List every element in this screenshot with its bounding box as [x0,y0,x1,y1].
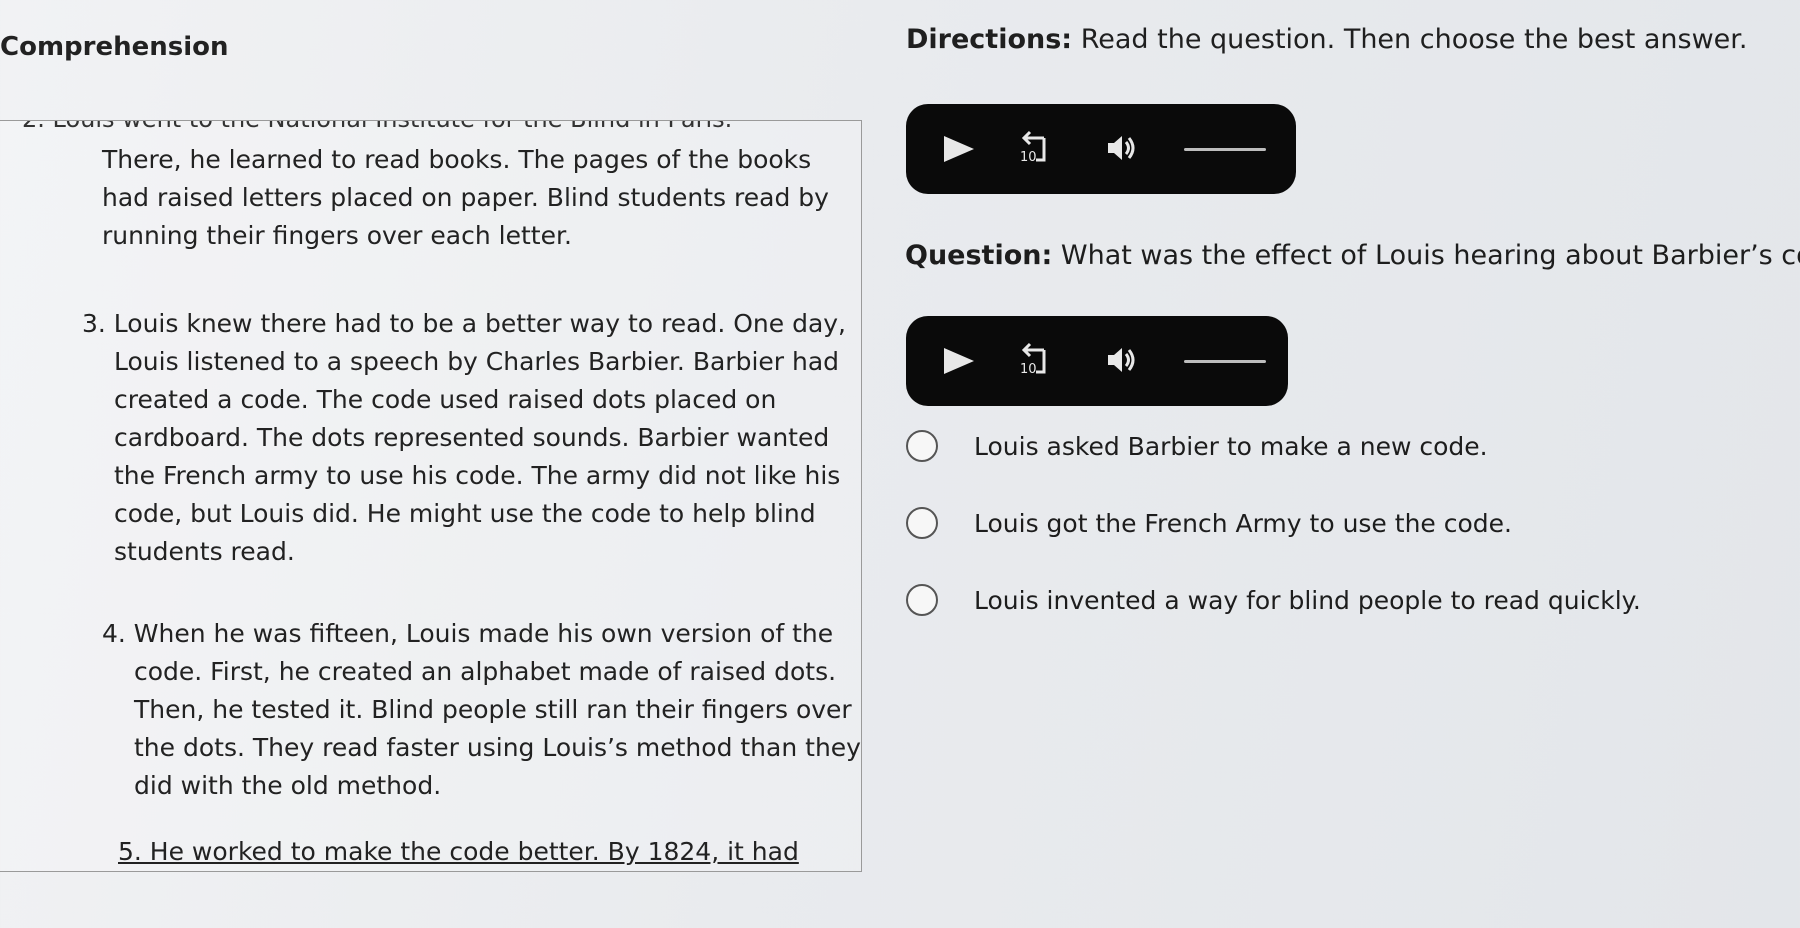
passage-paragraph-5: 5. He worked to make the code better. By… [118,833,799,871]
audio-player-directions: 10 [906,104,1296,194]
passage-line: did with the old method. [134,771,442,800]
answer-option-1[interactable]: Louis asked Barbier to make a new code. [906,426,1488,466]
answer-option-3[interactable]: Louis invented a way for blind people to… [906,580,1641,620]
radio-button[interactable] [906,507,938,539]
answer-option-label: Louis asked Barbier to make a new code. [974,431,1488,461]
passage-line: Louis listened to a speech by Charles Ba… [114,347,840,376]
passage-line: code. First, he created an alphabet made… [134,657,837,686]
question-text: Question: What was the effect of Louis h… [905,240,1800,271]
passage-line: had raised letters placed on paper. Blin… [102,183,829,212]
play-icon[interactable] [944,136,974,162]
passage-line: Then, he tested it. Blind people still r… [134,695,852,724]
passage-line: cardboard. The dots represented sounds. … [114,423,830,452]
question-body: What was the effect of Louis hearing abo… [1052,240,1800,271]
rewind-10-icon[interactable]: 10 [1014,338,1054,378]
answer-option-2[interactable]: Louis got the French Army to use the cod… [906,503,1512,543]
page-title: Comprehension [0,32,229,62]
passage-line: 4. When he was fifteen, Louis made his o… [102,619,834,648]
audio-progress-bar[interactable] [1184,148,1266,151]
answer-option-label: Louis invented a way for blind people to… [974,585,1641,615]
passage-line: created a code. The code used raised dot… [114,385,777,414]
passage-paragraph-3: 3. Louis knew there had to be a better w… [82,305,846,571]
passage-paragraph-4: 4. When he was fifteen, Louis made his o… [102,615,861,805]
passage-line: the French army to use his code. The arm… [114,461,841,490]
question-label: Question: [905,240,1053,271]
passage-line: code, but Louis did. He might use the co… [114,499,816,528]
directions-label: Directions: [906,24,1073,55]
audio-progress-bar[interactable] [1184,360,1266,363]
passage-line: running their fingers over each letter. [102,221,572,250]
radio-button[interactable] [906,584,938,616]
answer-option-label: Louis got the French Army to use the cod… [974,508,1512,538]
rewind-10-icon[interactable]: 10 [1014,126,1054,166]
passage-line: the dots. They read faster using Louis’s… [134,733,861,762]
passage-paragraph-2: There, he learned to read books. The pag… [102,141,829,255]
rewind-10-label: 10 [1020,150,1037,165]
passage-line: 5. He worked to make the code better. By… [118,837,799,866]
cut-off-passage-line: 2. Louis went to the National Institute … [22,121,732,133]
audio-player-question: 10 [906,316,1288,406]
reading-passage-panel[interactable]: 2. Louis went to the National Institute … [0,120,862,872]
passage-line: students read. [114,537,295,566]
radio-button[interactable] [906,430,938,462]
passage-line: 3. Louis knew there had to be a better w… [82,309,847,338]
volume-icon[interactable] [1102,340,1142,380]
rewind-10-label: 10 [1020,362,1037,377]
volume-icon[interactable] [1102,128,1142,168]
play-icon[interactable] [944,348,974,374]
directions-body: Read the question. Then choose the best … [1072,24,1748,55]
directions-text: Directions: Read the question. Then choo… [906,24,1748,55]
passage-line: There, he learned to read books. The pag… [102,145,812,174]
